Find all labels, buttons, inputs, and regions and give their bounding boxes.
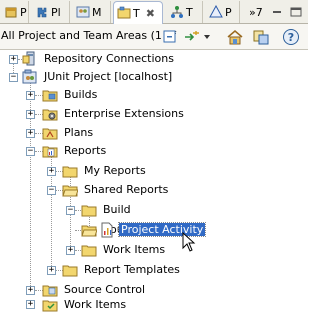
expand-toggle[interactable]: + (66, 246, 75, 255)
maximize-icon (290, 7, 302, 17)
expand-toggle[interactable]: + (26, 91, 35, 100)
tab-team-artifacts[interactable]: T ✖ (113, 1, 163, 24)
tree-item-reports[interactable]: Reports (42, 142, 108, 159)
tree-item-label: Reports (64, 144, 107, 157)
collapse-all-icon (163, 30, 176, 43)
tree-item-shared-reports[interactable]: Shared Reports (62, 181, 170, 198)
tree-item-label: Plans (64, 126, 94, 139)
team-icon (76, 6, 90, 18)
link-icon (253, 30, 269, 45)
report-icon (101, 222, 113, 237)
work-items-icon (42, 300, 58, 311)
expand-toggle[interactable]: + (26, 110, 35, 119)
tree-item-label: JUnit Project [localhost] (44, 70, 173, 83)
team-artifacts-tree: + Repository Connections − JUnit Project… (0, 50, 308, 311)
tab-label: P (225, 5, 232, 19)
tree-item-label: Repository Connections (44, 52, 174, 65)
tree-item-label: Builds (64, 88, 98, 101)
view-toolbar: All Project and Team Areas (1 of ? (0, 24, 308, 50)
minimize-button[interactable] (267, 2, 287, 22)
tree-item-label: Enterprise Extensions (64, 107, 184, 120)
tree-item-label: Work Items (103, 243, 166, 256)
filter-button[interactable] (182, 27, 212, 47)
collapse-all-button[interactable] (160, 27, 180, 47)
expand-toggle[interactable]: + (26, 129, 35, 138)
tab-plugins[interactable]: Pl (32, 1, 70, 23)
help-icon: ? (283, 29, 299, 45)
tree-item-junit-project[interactable]: JUnit Project [localhost] (22, 68, 174, 85)
plugins-icon (37, 7, 47, 18)
pending-changes-icon (209, 5, 223, 18)
tree-item-work-items-top[interactable]: Work Items (42, 296, 128, 313)
tree-item-enterprise-extensions[interactable]: Enterprise Extensions (42, 105, 186, 122)
help-button[interactable]: ? (281, 27, 301, 47)
tree-item-plans[interactable]: Plans (42, 124, 95, 141)
tree-item-build[interactable]: Build (81, 201, 133, 218)
reports-folder-icon (42, 146, 58, 157)
scope-label[interactable]: All Project and Team Areas (1 of (1, 29, 176, 42)
tab-team-membership[interactable]: M (73, 1, 111, 23)
tree-item-label: My Reports (84, 164, 146, 177)
type-hierarchy-icon (171, 6, 183, 18)
tree-item-label: Work Items (64, 298, 127, 311)
home-button[interactable] (225, 27, 245, 47)
team-artifacts-icon (117, 6, 131, 19)
tab-label: M (92, 5, 102, 19)
folder-open-icon (62, 185, 78, 196)
tab-package-explorer[interactable]: P (1, 1, 29, 23)
collapse-toggle[interactable]: − (9, 73, 18, 82)
tree-item-label: Report Templates (84, 263, 180, 276)
repository-connection-icon (22, 51, 35, 65)
expand-toggle[interactable]: + (9, 55, 18, 64)
builds-folder-icon (42, 90, 58, 101)
collapse-toggle[interactable]: − (47, 186, 56, 195)
folder-icon (62, 166, 78, 177)
tab-pending-changes[interactable]: P (206, 1, 240, 23)
svg-text:?: ? (288, 31, 294, 44)
tab-label: T (133, 6, 140, 20)
enterprise-extensions-icon (42, 109, 58, 120)
tree-item-label: Source Control (64, 283, 146, 296)
mouse-cursor-icon (182, 232, 196, 252)
folder-icon (62, 265, 78, 276)
tree-item-builds[interactable]: Builds (42, 86, 99, 103)
folder-open-icon (81, 225, 97, 236)
collapse-toggle[interactable]: − (26, 147, 35, 156)
package-icon (5, 7, 17, 18)
close-icon[interactable]: ✖ (146, 7, 155, 20)
tab-overflow-label: »7 (249, 5, 263, 19)
filter-icon (185, 31, 210, 41)
tree-item-work-items-report[interactable]: Work Items (81, 241, 167, 258)
tree-item-label: Shared Reports (84, 183, 169, 196)
tree-item-label: Build (103, 203, 131, 216)
tree-item-repository-connections[interactable]: Repository Connections (22, 50, 176, 67)
plans-folder-icon (42, 128, 58, 139)
link-button[interactable] (251, 27, 271, 47)
view-tab-bar: P Pl M T ✖ T P »7 (0, 0, 308, 24)
expand-toggle[interactable]: + (26, 300, 35, 309)
expand-toggle[interactable]: + (47, 167, 56, 176)
tab-type-hierarchy[interactable]: T (167, 1, 203, 23)
tree-item-my-reports[interactable]: My Reports (62, 162, 148, 179)
tree-item-report-templates[interactable]: Report Templates (62, 261, 182, 278)
tab-label: Pl (51, 5, 61, 19)
expand-toggle[interactable]: + (47, 266, 56, 275)
maximize-button[interactable] (286, 2, 306, 22)
folder-icon (81, 245, 97, 256)
folder-icon (81, 205, 97, 216)
tab-label: P (20, 5, 27, 19)
minimize-icon (273, 11, 281, 13)
collapse-toggle[interactable]: − (66, 206, 75, 215)
tab-label: T (186, 5, 193, 19)
project-area-icon (22, 69, 37, 83)
home-icon (227, 30, 243, 45)
expand-toggle[interactable]: + (26, 286, 35, 295)
